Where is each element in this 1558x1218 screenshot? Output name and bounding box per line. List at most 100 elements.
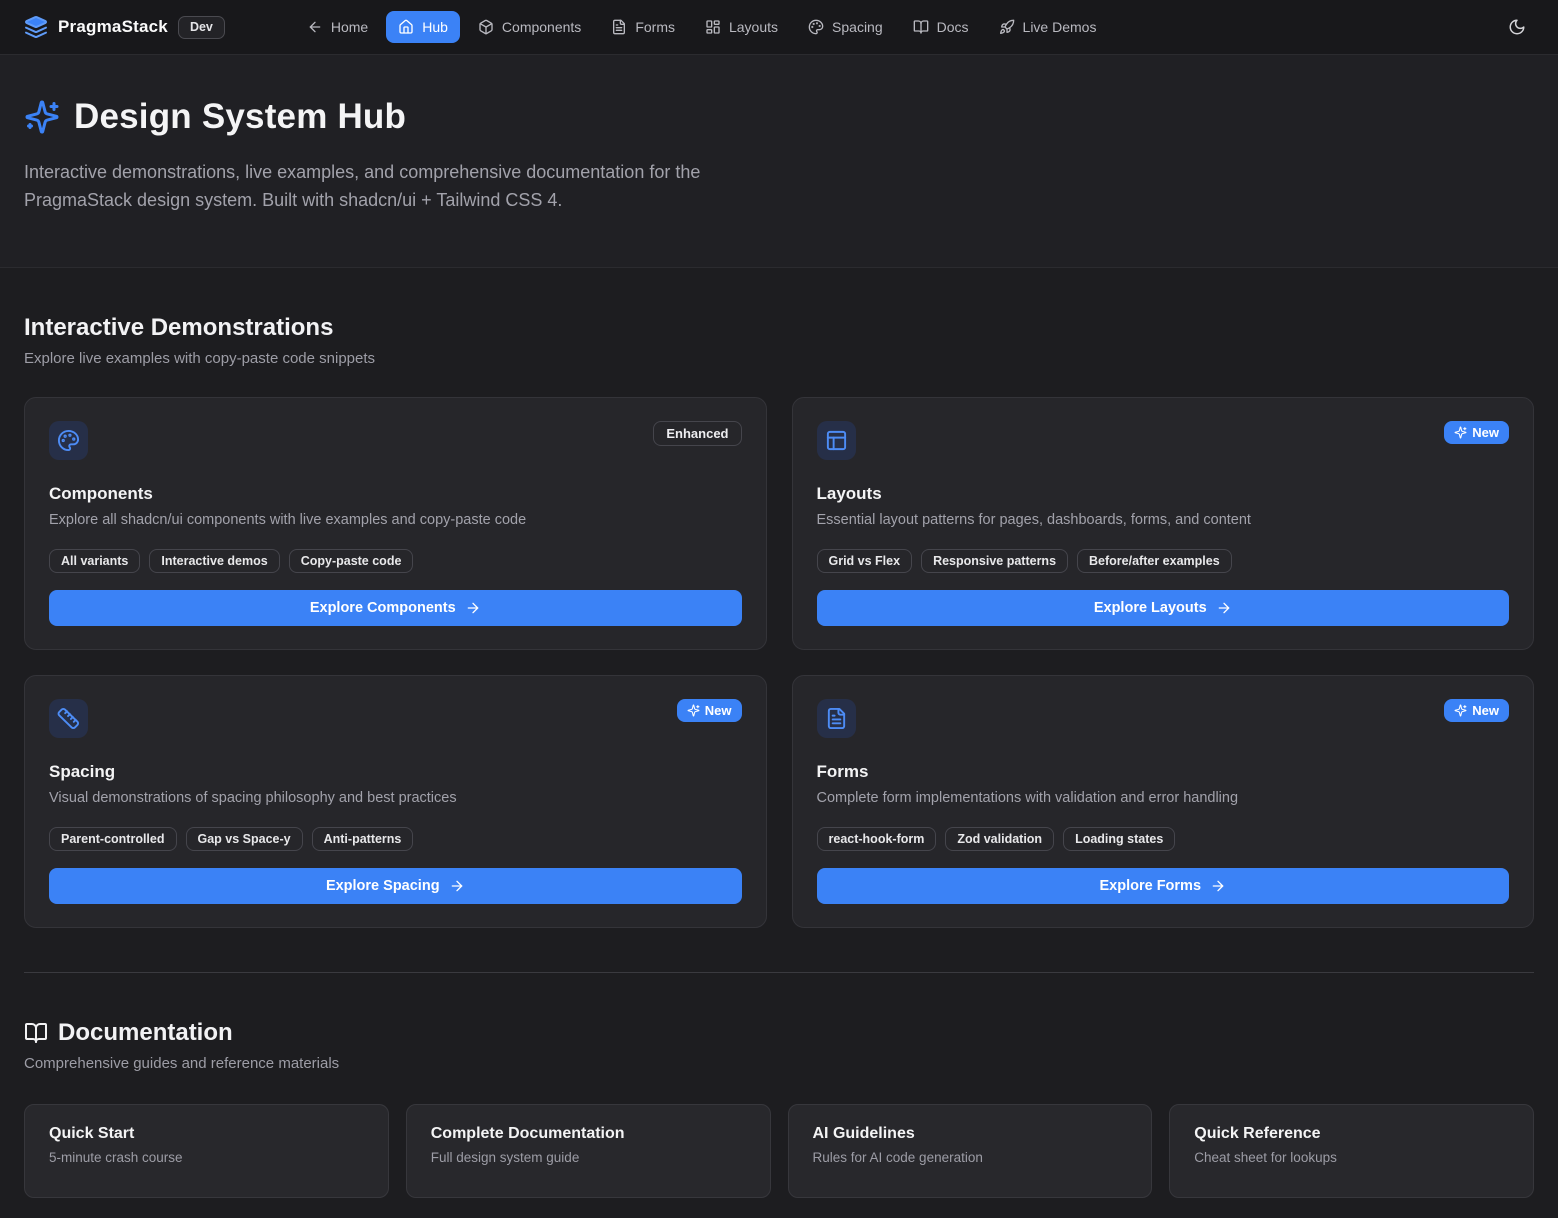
nav-item-components[interactable]: Components <box>466 11 593 43</box>
nav-item-docs[interactable]: Docs <box>901 11 981 43</box>
demos-heading: Interactive Demonstrations <box>24 314 333 342</box>
sparkles-icon <box>24 99 60 135</box>
env-badge: Dev <box>178 16 225 39</box>
arrow-right-icon <box>465 600 481 616</box>
explore-components-button[interactable]: Explore Components <box>49 590 742 626</box>
doc-card-description: 5-minute crash course <box>49 1150 364 1165</box>
book-open-icon <box>913 19 929 35</box>
tag-row: Grid vs Flex Responsive patterns Before/… <box>817 549 1510 573</box>
tag: Before/after examples <box>1077 549 1232 573</box>
nav-item-forms[interactable]: Forms <box>599 11 687 43</box>
demo-card-forms: New Forms Complete form implementations … <box>792 675 1535 928</box>
tag-row: react-hook-form Zod validation Loading s… <box>817 827 1510 851</box>
theme-toggle-button[interactable] <box>1500 10 1534 44</box>
doc-card-description: Rules for AI code generation <box>813 1150 1128 1165</box>
new-badge: New <box>677 699 742 722</box>
tag: Interactive demos <box>149 549 279 573</box>
tag: All variants <box>49 549 140 573</box>
tag: Copy-paste code <box>289 549 414 573</box>
doc-card-title: Quick Start <box>49 1125 364 1143</box>
docs-heading: Documentation <box>58 1019 233 1047</box>
nav-label: Spacing <box>832 19 883 35</box>
tag: Anti-patterns <box>312 827 414 851</box>
arrow-right-icon <box>1216 600 1232 616</box>
nav-label: Forms <box>635 19 675 35</box>
tag-row: All variants Interactive demos Copy-past… <box>49 549 742 573</box>
page-subtitle: Interactive demonstrations, live example… <box>24 159 764 215</box>
doc-card-title: Complete Documentation <box>431 1125 746 1143</box>
demos-section-header: Interactive Demonstrations Explore live … <box>24 314 1534 367</box>
doc-card-ai-guidelines[interactable]: AI Guidelines Rules for AI code generati… <box>788 1104 1153 1198</box>
tag: Responsive patterns <box>921 549 1068 573</box>
palette-icon <box>808 19 824 35</box>
docs-section-header: Documentation Comprehensive guides and r… <box>24 1019 1534 1072</box>
nav-label: Layouts <box>729 19 778 35</box>
palette-icon <box>49 421 88 460</box>
explore-layouts-button[interactable]: Explore Layouts <box>817 590 1510 626</box>
explore-spacing-button[interactable]: Explore Spacing <box>49 868 742 904</box>
doc-card-quick-reference[interactable]: Quick Reference Cheat sheet for lookups <box>1169 1104 1534 1198</box>
hero-section: Design System Hub Interactive demonstrat… <box>0 55 1558 268</box>
main-nav: Home Hub Components Forms Layouts <box>295 11 1109 43</box>
doc-card-title: Quick Reference <box>1194 1125 1509 1143</box>
package-icon <box>478 19 494 35</box>
nav-label: Live Demos <box>1023 19 1097 35</box>
explore-forms-button[interactable]: Explore Forms <box>817 868 1510 904</box>
nav-label: Home <box>331 19 368 35</box>
doc-card-title: AI Guidelines <box>813 1125 1128 1143</box>
nav-item-home[interactable]: Home <box>295 11 380 43</box>
card-title: Layouts <box>817 484 1510 504</box>
card-description: Essential layout patterns for pages, das… <box>817 512 1510 528</box>
brand[interactable]: PragmaStack Dev <box>24 15 225 39</box>
card-title: Spacing <box>49 762 742 782</box>
sparkles-icon <box>687 704 700 717</box>
tag: Loading states <box>1063 827 1175 851</box>
layout-dashboard-icon <box>705 19 721 35</box>
demo-card-layouts: New Layouts Essential layout patterns fo… <box>792 397 1535 650</box>
demos-subheading: Explore live examples with copy-paste co… <box>24 350 1534 367</box>
arrow-left-icon <box>307 19 323 35</box>
tag: Zod validation <box>945 827 1054 851</box>
brand-name: PragmaStack <box>58 17 168 37</box>
arrow-right-icon <box>449 878 465 894</box>
rocket-icon <box>999 19 1015 35</box>
doc-card-description: Full design system guide <box>431 1150 746 1165</box>
file-text-icon <box>611 19 627 35</box>
card-title: Forms <box>817 762 1510 782</box>
docs-subheading: Comprehensive guides and reference mater… <box>24 1055 1534 1072</box>
demo-card-components: Enhanced Components Explore all shadcn/u… <box>24 397 767 650</box>
nav-item-spacing[interactable]: Spacing <box>796 11 895 43</box>
sparkles-icon <box>1454 426 1467 439</box>
page-title: Design System Hub <box>74 97 406 137</box>
demo-card-spacing: New Spacing Visual demonstrations of spa… <box>24 675 767 928</box>
nav-item-hub[interactable]: Hub <box>386 11 460 43</box>
doc-card-grid: Quick Start 5-minute crash course Comple… <box>24 1104 1534 1218</box>
card-description: Explore all shadcn/ui components with li… <box>49 512 742 528</box>
tag-row: Parent-controlled Gap vs Space-y Anti-pa… <box>49 827 742 851</box>
enhanced-badge: Enhanced <box>653 421 741 446</box>
new-badge: New <box>1444 699 1509 722</box>
card-description: Visual demonstrations of spacing philoso… <box>49 790 742 806</box>
nav-item-live-demos[interactable]: Live Demos <box>987 11 1109 43</box>
doc-card-complete-documentation[interactable]: Complete Documentation Full design syste… <box>406 1104 771 1198</box>
nav-label: Hub <box>422 19 448 35</box>
layers-logo-icon <box>24 15 48 39</box>
card-description: Complete form implementations with valid… <box>817 790 1510 806</box>
panels-top-icon <box>817 421 856 460</box>
arrow-right-icon <box>1210 878 1226 894</box>
ruler-icon <box>49 699 88 738</box>
section-divider <box>24 972 1534 973</box>
tag: Gap vs Space-y <box>186 827 303 851</box>
card-title: Components <box>49 484 742 504</box>
book-open-icon <box>24 1021 48 1045</box>
doc-card-quick-start[interactable]: Quick Start 5-minute crash course <box>24 1104 389 1198</box>
new-badge: New <box>1444 421 1509 444</box>
moon-icon <box>1508 18 1526 36</box>
nav-item-layouts[interactable]: Layouts <box>693 11 790 43</box>
home-icon <box>398 19 414 35</box>
nav-label: Docs <box>937 19 969 35</box>
demo-card-grid: Enhanced Components Explore all shadcn/u… <box>24 397 1534 928</box>
doc-card-description: Cheat sheet for lookups <box>1194 1150 1509 1165</box>
tag: react-hook-form <box>817 827 937 851</box>
nav-label: Components <box>502 19 581 35</box>
